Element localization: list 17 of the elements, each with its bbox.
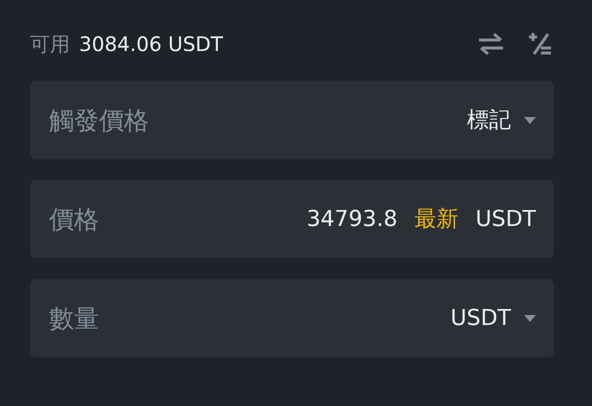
available-label: 可用 (30, 30, 70, 58)
caret-icon[interactable] (524, 314, 536, 322)
available-amount: 3084.06 USDT (79, 32, 224, 56)
input-field[interactable]: 觸發價格 標記 (30, 81, 554, 159)
input-field[interactable]: 數量 USDT (30, 279, 554, 357)
field-value: USDT (450, 306, 511, 330)
caret-icon[interactable] (524, 116, 536, 124)
field-label: 價格 (49, 204, 100, 236)
field-label: 觸發價格 (49, 104, 150, 136)
field-label: 數量 (49, 302, 100, 334)
field-value: 標記 (467, 107, 511, 135)
latest-price-toggle[interactable]: 最新 (414, 204, 459, 234)
calculator-icon[interactable] (528, 32, 552, 56)
field-value: USDT (476, 206, 536, 232)
input-field[interactable]: 價格 34793.8 最新 USDT (30, 180, 554, 258)
transfer-icon[interactable] (478, 33, 504, 55)
field-value: 34793.8 (306, 206, 398, 232)
